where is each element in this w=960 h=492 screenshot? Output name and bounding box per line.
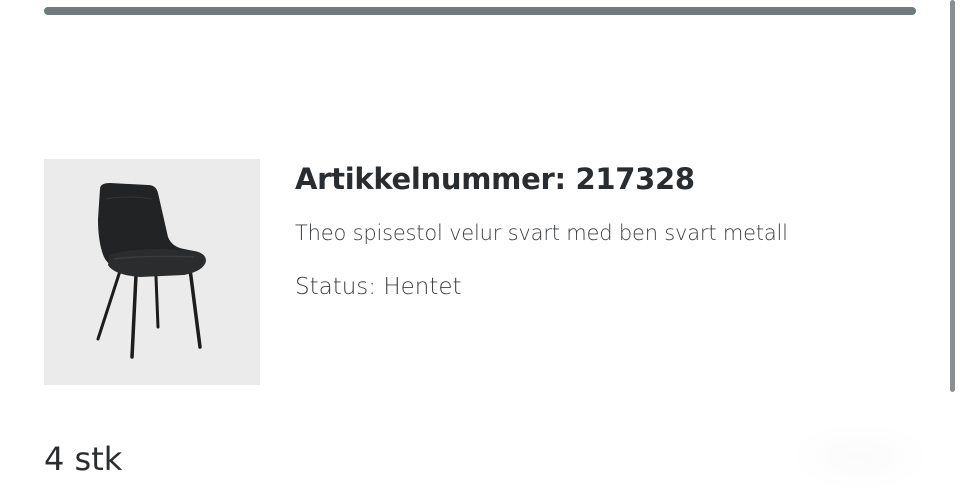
fade-overlay — [790, 422, 930, 492]
quantity-label: 4 stk — [44, 440, 123, 478]
product-info: Artikkelnummer: 217328 Theo spisestol ve… — [295, 160, 788, 302]
product-image[interactable] — [44, 159, 260, 385]
product-description: Theo spisestol velur svart med ben svart… — [295, 221, 788, 245]
scrollbar-thumb[interactable] — [950, 0, 955, 392]
order-item-page: Artikkelnummer: 217328 Theo spisestol ve… — [0, 0, 960, 492]
status-text: Status: Hentet — [295, 274, 462, 300]
article-number: Artikkelnummer: 217328 — [295, 162, 695, 196]
scrollbar[interactable] — [946, 0, 960, 492]
progress-bar — [44, 7, 916, 15]
chair-icon — [96, 183, 206, 359]
